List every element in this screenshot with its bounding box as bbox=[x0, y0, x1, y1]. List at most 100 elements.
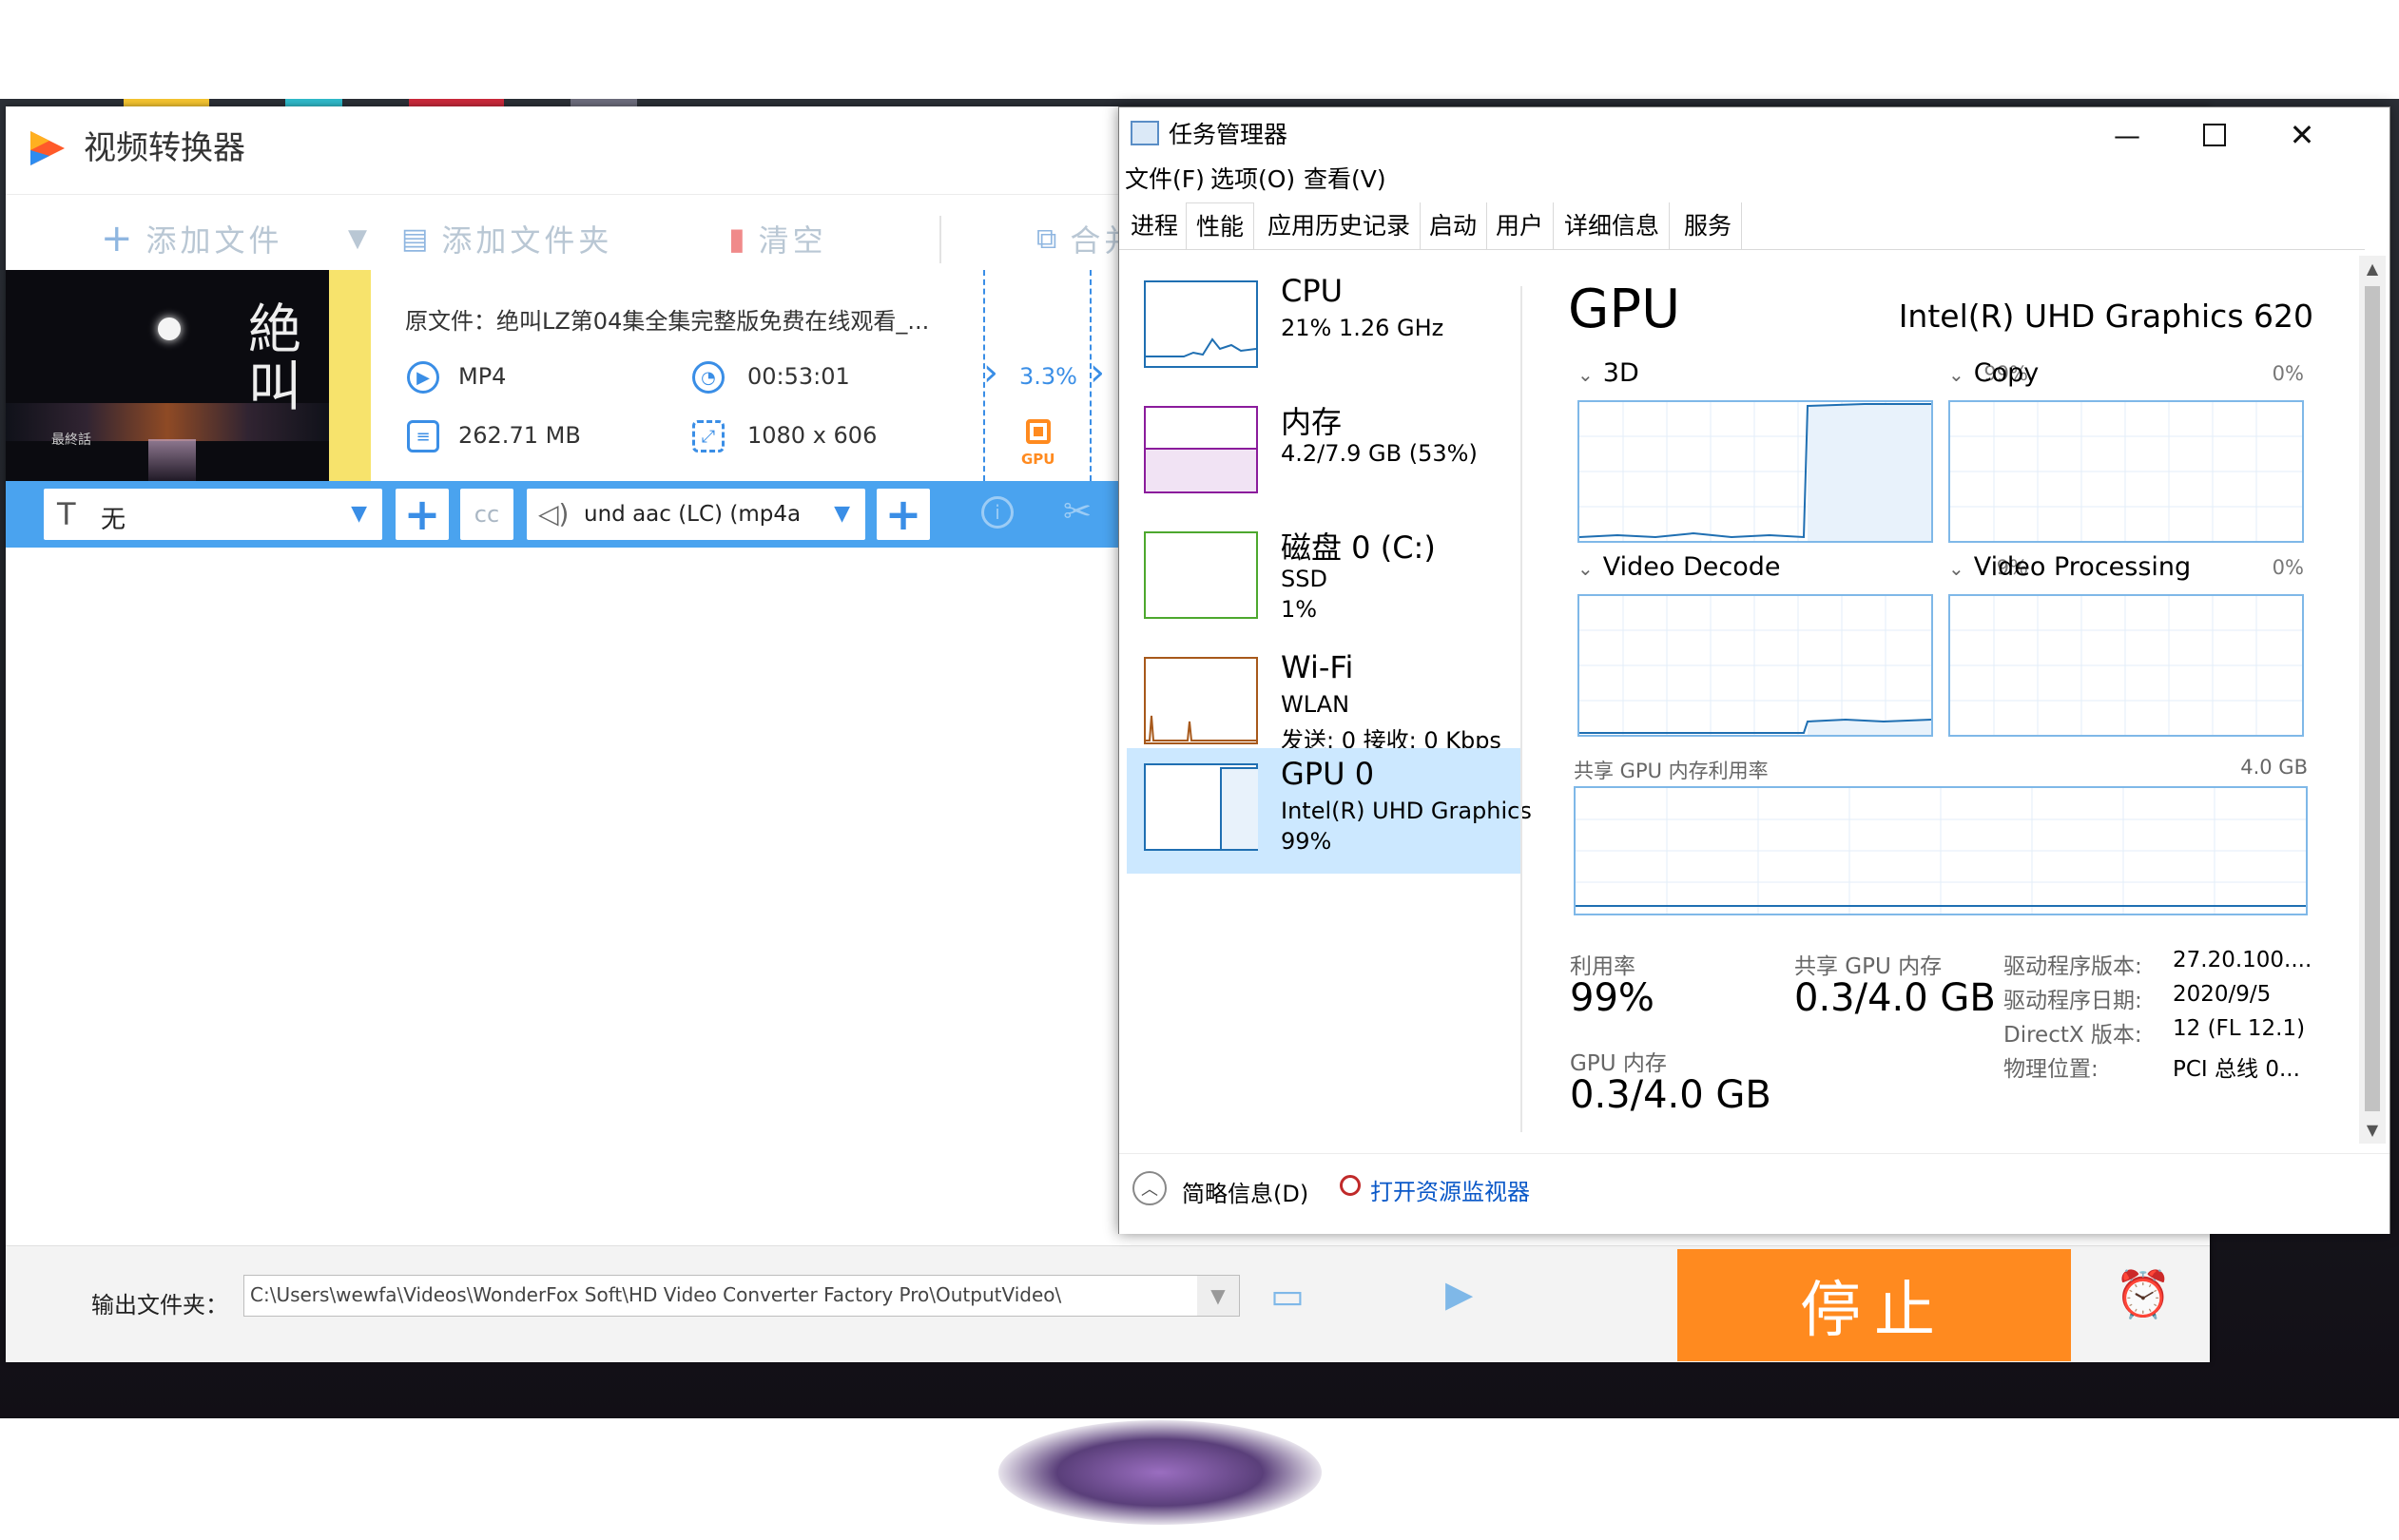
tab-details[interactable]: 详细信息 bbox=[1555, 202, 1671, 250]
thumbnail-caption: 最終話 bbox=[51, 433, 91, 448]
app-title: 视频转换器 bbox=[84, 129, 245, 167]
shared-memory-title: 共享 GPU 内存利用率 bbox=[1574, 760, 1769, 782]
tab-startup[interactable]: 启动 bbox=[1420, 202, 1488, 250]
text-icon: T bbox=[57, 496, 76, 532]
plus-icon: + bbox=[101, 217, 137, 260]
audio-track-value: und aac (LC) (mp4a bbox=[584, 502, 802, 527]
sidebar-item-disk[interactable]: 磁盘 0 (C:) SSD 1% bbox=[1127, 516, 1520, 642]
tab-users[interactable]: 用户 bbox=[1486, 202, 1555, 250]
sidebar-sub: Intel(R) UHD Graphics bbox=[1281, 798, 1532, 824]
sidebar-sub: 1% bbox=[1281, 596, 1318, 623]
gpu-badge: GPU bbox=[1021, 451, 1055, 468]
engine-video-decode-label[interactable]: ⌄ Video Decode bbox=[1577, 552, 1781, 582]
gpu-memory-label: GPU 内存 bbox=[1570, 1051, 1667, 1076]
file-resolution: 1080 x 606 bbox=[747, 422, 878, 449]
detail-heading: GPU bbox=[1568, 279, 1681, 340]
add-subtitle-button[interactable]: + bbox=[396, 489, 449, 540]
add-folder-label: 添加文件夹 bbox=[441, 222, 613, 259]
audio-track-select[interactable]: ◁) und aac (LC) (mp4a ▼ bbox=[527, 489, 865, 540]
scroll-down-icon[interactable]: ▼ bbox=[2359, 1117, 2386, 1144]
chevron-up-icon[interactable]: ︿ bbox=[1132, 1171, 1167, 1205]
engine-video-processing-graph bbox=[1948, 594, 2304, 737]
track-options-bar: T 无 ▼ + cc ◁) und aac (LC) (mp4a ▼ + i ✂ bbox=[6, 481, 1120, 548]
alarm-clock-icon[interactable]: ⏰ bbox=[2115, 1267, 2172, 1321]
menu-view[interactable]: 查看(V) bbox=[1304, 163, 1386, 197]
engine-video-decode-graph bbox=[1577, 594, 1933, 737]
vertical-scrollbar[interactable]: ▲ ▼ bbox=[2359, 256, 2386, 1144]
engine-copy-graph-lines bbox=[1950, 402, 2302, 541]
desktop-icon-label[interactable]: 迅雷 bbox=[145, 1369, 190, 1511]
utilization-label: 利用率 bbox=[1570, 954, 1635, 979]
engine-3d-graph bbox=[1577, 400, 1933, 543]
menu-options[interactable]: 选项(O) bbox=[1210, 163, 1295, 197]
source-file-line: 原文件：绝叫LZ第04集全集完整版免费在线观看_... bbox=[405, 302, 929, 336]
engine-3d-graph-lines bbox=[1579, 402, 1931, 541]
engine-video-processing-label[interactable]: ⌄ Video Processing bbox=[1948, 552, 2191, 582]
clear-label: 清空 bbox=[758, 222, 827, 259]
tab-performance[interactable]: 性能 bbox=[1186, 202, 1255, 250]
plus-icon: + bbox=[403, 489, 441, 540]
resolution-icon: ⤢ bbox=[692, 420, 725, 452]
file-size: 262.71 MB bbox=[458, 422, 581, 449]
scrollbar-thumb[interactable] bbox=[2365, 286, 2380, 1111]
file-item[interactable]: 絶叫 最終話 原文件：绝叫LZ第04集全集完整版免费在线观看_... ▶ MP4… bbox=[6, 270, 1120, 481]
desktop-icon-label[interactable]: 迅雷 11.1.12 全品绿色版 bbox=[249, 1369, 389, 1540]
driver-version-key: 驱动程序版本: bbox=[2003, 954, 2142, 979]
folder-open-icon[interactable]: ▭ bbox=[1270, 1275, 1305, 1317]
desktop-icon-label[interactable]: 绝叫LZ第04 集全集完整 bbox=[397, 1369, 523, 1540]
sidebar-item-memory[interactable]: 内存 4.2/7.9 GB (53%) bbox=[1127, 391, 1520, 516]
desktop-icon-label[interactable]: 电视直播 更新工具 bbox=[0, 1369, 91, 1540]
output-folder-label: 输出文件夹： bbox=[91, 1292, 228, 1319]
add-audio-button[interactable]: + bbox=[877, 489, 930, 540]
info-icon[interactable]: i bbox=[981, 496, 1014, 529]
directx-version-value: 12 (FL 12.1) bbox=[2173, 1016, 2306, 1041]
sidebar-item-cpu[interactable]: CPU 21% 1.26 GHz bbox=[1127, 265, 1520, 391]
output-path-input[interactable]: C:\Users\wewfa\Videos\WonderFox Soft\HD … bbox=[243, 1275, 1240, 1317]
sidebar-name: 内存 bbox=[1281, 404, 1343, 440]
engine-3d-label[interactable]: ⌄ 3D bbox=[1577, 358, 1639, 388]
subtitle-select[interactable]: T 无 ▼ bbox=[44, 489, 382, 540]
desktop-wallpaper-glow bbox=[998, 1420, 1322, 1525]
stop-button[interactable]: 停止 bbox=[1677, 1249, 2071, 1361]
utilization-value: 99% bbox=[1570, 976, 1654, 1020]
gpu-model: Intel(R) UHD Graphics 620 bbox=[1898, 298, 2313, 335]
sidebar-sub: 21% 1.26 GHz bbox=[1281, 315, 1444, 341]
sidebar-item-gpu[interactable]: GPU 0 Intel(R) UHD Graphics 99% bbox=[1127, 748, 1532, 874]
file-duration: 00:53:01 bbox=[747, 363, 850, 390]
engine-copy-label[interactable]: ⌄ Copy bbox=[1948, 358, 2039, 388]
gpu-mini-graph bbox=[1144, 763, 1258, 851]
tab-processes[interactable]: 进程 bbox=[1121, 202, 1190, 250]
sidebar-name: Wi-Fi bbox=[1281, 649, 1354, 685]
chevron-down-icon: ▼ bbox=[348, 224, 371, 253]
window-title: 任务管理器 bbox=[1169, 121, 1288, 148]
tab-services[interactable]: 服务 bbox=[1674, 202, 1743, 250]
minimize-button[interactable]: — bbox=[2083, 107, 2171, 163]
sidebar-name: CPU bbox=[1281, 273, 1344, 309]
chevron-down-icon[interactable]: ▼ bbox=[1197, 1276, 1239, 1316]
scroll-up-icon[interactable]: ▲ bbox=[2359, 256, 2386, 282]
menu-file[interactable]: 文件(F) bbox=[1125, 163, 1205, 197]
maximize-icon bbox=[2203, 124, 2226, 146]
chevron-down-icon: ▼ bbox=[351, 502, 367, 526]
open-resource-monitor-link[interactable]: 打开资源监视器 bbox=[1370, 1173, 1530, 1206]
video-thumbnail[interactable]: 絶叫 最終話 bbox=[6, 270, 329, 481]
resource-monitor-icon bbox=[1340, 1175, 1361, 1196]
close-button[interactable]: ✕ bbox=[2258, 107, 2346, 163]
video-folder-icon[interactable]: ▶ bbox=[1445, 1273, 1473, 1315]
wifi-mini-graph bbox=[1144, 657, 1258, 744]
maximize-button[interactable] bbox=[2171, 107, 2258, 163]
shared-memory-max: 4.0 GB bbox=[2240, 756, 2308, 779]
scissors-icon[interactable]: ✂ bbox=[1063, 492, 1092, 531]
merge-icon: ⧉ bbox=[1036, 221, 1061, 256]
edit-subtitle-button[interactable]: cc bbox=[460, 489, 513, 540]
chevron-down-icon: ⌄ bbox=[1577, 557, 1594, 580]
reflection-shape bbox=[148, 439, 196, 481]
moon-shape bbox=[158, 318, 181, 340]
tab-app-history[interactable]: 应用历史记录 bbox=[1258, 202, 1422, 250]
fewer-details-link[interactable]: 简略信息(D) bbox=[1182, 1175, 1308, 1208]
chevron-down-icon: ⌄ bbox=[1948, 363, 1964, 386]
gpu-memory-value: 0.3/4.0 GB bbox=[1570, 1073, 1771, 1117]
plus-icon: + bbox=[884, 489, 922, 540]
trash-icon: ▮ bbox=[728, 221, 749, 257]
shared-gpu-memory-value: 0.3/4.0 GB bbox=[1794, 976, 1996, 1020]
